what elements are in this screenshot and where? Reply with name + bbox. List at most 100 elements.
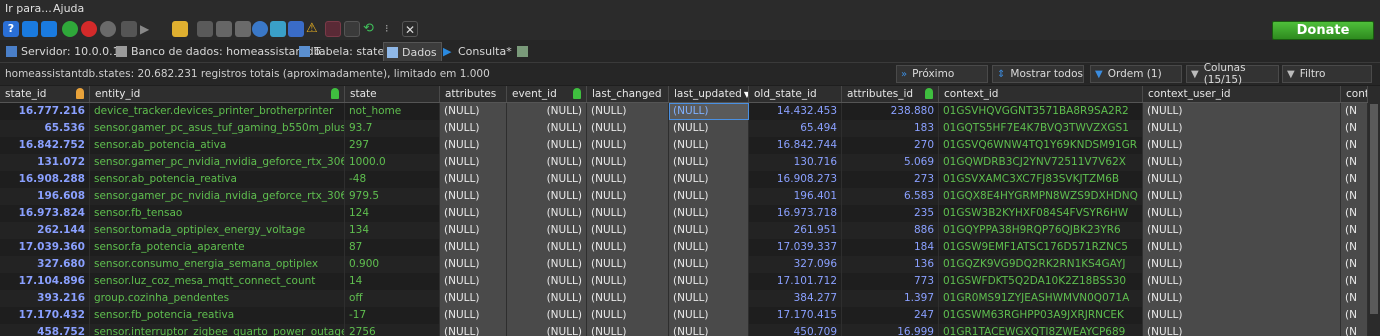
- columns-button[interactable]: ▼ Colunas (15/15): [1186, 62, 1279, 86]
- table-cell-context-user-id[interactable]: (NULL): [1143, 154, 1341, 171]
- table-cell-last-updated[interactable]: (NULL): [669, 188, 749, 205]
- table-cell-state-id[interactable]: 16.908.288: [0, 171, 90, 188]
- save-as-icon[interactable]: [216, 21, 232, 37]
- table-cell-context-user-id[interactable]: (NULL): [1143, 205, 1341, 222]
- column-header-state-id[interactable]: state_id: [0, 86, 90, 102]
- refresh-icon[interactable]: ⟲: [363, 21, 379, 37]
- table-cell-attributes-id[interactable]: 1.397: [842, 290, 939, 307]
- tab-data[interactable]: Dados: [383, 42, 442, 61]
- scrollbar-thumb[interactable]: [1370, 104, 1378, 314]
- table-cell-last-updated[interactable]: (NULL): [669, 273, 749, 290]
- table-cell-state[interactable]: 1000.0: [345, 154, 440, 171]
- print-icon[interactable]: [235, 21, 251, 37]
- table-cell-event-id[interactable]: (NULL): [507, 188, 587, 205]
- table-cell-last-updated[interactable]: (NULL): [669, 171, 749, 188]
- delete-row-icon[interactable]: [81, 21, 97, 37]
- table-row[interactable]: 393.216 group.cozinha_pendentes off (NULL)(…: [0, 290, 1368, 308]
- table-cell-attributes[interactable]: (NULL): [440, 154, 507, 171]
- column-header-last-changed[interactable]: last_changed: [587, 86, 669, 102]
- table-cell-attributes[interactable]: (NULL): [440, 273, 507, 290]
- table-row[interactable]: 131.072 sensor.gamer_pc_nvidia_nvidia_gef…: [0, 154, 1368, 172]
- table-cell-entity-id[interactable]: sensor.gamer_pc_nvidia_nvidia_geforce_rt…: [90, 154, 345, 171]
- table-cell-context-id[interactable]: 01GSVHQVGGNT3571BA8R9SA2R2: [939, 103, 1143, 120]
- table-cell-attributes-id[interactable]: 183: [842, 120, 939, 137]
- table-cell-event-id[interactable]: (NULL): [507, 154, 587, 171]
- table-cell-context-id[interactable]: 01GQX8E4HYGRMPN8WZS9DXHDNQ: [939, 188, 1143, 205]
- table-cell-state[interactable]: not_home: [345, 103, 440, 120]
- table-cell-context-user-id[interactable]: (NULL): [1143, 222, 1341, 239]
- column-header-old-state-id[interactable]: old_state_id: [749, 86, 842, 102]
- donate-button[interactable]: Donate: [1272, 21, 1374, 40]
- stop-icon[interactable]: [325, 21, 341, 37]
- table-cell-event-id[interactable]: (NULL): [507, 307, 587, 324]
- table-cell-event-id[interactable]: (NULL): [507, 324, 587, 336]
- table-row[interactable]: 16.842.752 sensor.ab_potencia_ativa 297 (NU…: [0, 137, 1368, 155]
- table-row[interactable]: 262.144 sensor.tomada_optiplex_energy_vol…: [0, 222, 1368, 240]
- table-cell-attributes[interactable]: (NULL): [440, 188, 507, 205]
- table-cell-last-changed[interactable]: (NULL): [587, 103, 669, 120]
- table-cell-state[interactable]: 14: [345, 273, 440, 290]
- next-button[interactable]: » Próximo: [896, 65, 988, 83]
- table-cell-context-id[interactable]: 01GSVXAMC3XC7FJ83SVKJTZM6B: [939, 171, 1143, 188]
- table-cell-context-id[interactable]: 01GQZK9VG9DQ2RK2RN1KS4GAYJ: [939, 256, 1143, 273]
- table-cell-attributes-id[interactable]: 235: [842, 205, 939, 222]
- quote-icon[interactable]: ⁝: [385, 21, 401, 37]
- table-cell-contex[interactable]: (N: [1341, 290, 1368, 307]
- table-cell-event-id[interactable]: (NULL): [507, 239, 587, 256]
- table-cell-entity-id[interactable]: sensor.fb_potencia_reativa: [90, 307, 345, 324]
- table-cell-old-state-id[interactable]: 14.432.453: [749, 103, 842, 120]
- table-cell-last-updated[interactable]: (NULL): [669, 154, 749, 171]
- table-cell-context-id[interactable]: 01GQWDRB3CJ2YNV72511V7V62X: [939, 154, 1143, 171]
- table-cell-last-updated[interactable]: (NULL): [669, 290, 749, 307]
- table-cell-context-user-id[interactable]: (NULL): [1143, 273, 1341, 290]
- column-header-entity-id[interactable]: entity_id: [90, 86, 345, 102]
- table-cell-state-id[interactable]: 17.170.432: [0, 307, 90, 324]
- table-cell-state[interactable]: -17: [345, 307, 440, 324]
- table-cell-old-state-id[interactable]: 327.096: [749, 256, 842, 273]
- table-cell-event-id[interactable]: (NULL): [507, 222, 587, 239]
- table-cell-last-changed[interactable]: (NULL): [587, 154, 669, 171]
- table-cell-old-state-id[interactable]: 384.277: [749, 290, 842, 307]
- table-cell-state[interactable]: 979.5: [345, 188, 440, 205]
- table-cell-entity-id[interactable]: sensor.ab_potencia_ativa: [90, 137, 345, 154]
- table-cell-context-user-id[interactable]: (NULL): [1143, 324, 1341, 336]
- table-cell-context-user-id[interactable]: (NULL): [1143, 256, 1341, 273]
- table-cell-attributes-id[interactable]: 886: [842, 222, 939, 239]
- column-header-contex[interactable]: contex: [1341, 86, 1368, 102]
- menu-go-to[interactable]: Ir para...: [5, 2, 52, 15]
- table-cell-last-changed[interactable]: (NULL): [587, 307, 669, 324]
- last-record-icon[interactable]: [41, 21, 57, 37]
- table-cell-state-id[interactable]: 131.072: [0, 154, 90, 171]
- table-cell-context-id[interactable]: 01GQYPPA38H9RQP76QJBK23YR6: [939, 222, 1143, 239]
- table-cell-context-user-id[interactable]: (NULL): [1143, 307, 1341, 324]
- table-cell-entity-id[interactable]: sensor.luz_coz_mesa_mqtt_connect_count: [90, 273, 345, 290]
- table-cell-contex[interactable]: (N: [1341, 256, 1368, 273]
- post-icon[interactable]: [100, 21, 116, 37]
- table-cell-old-state-id[interactable]: 17.170.415: [749, 307, 842, 324]
- table-cell-attributes[interactable]: (NULL): [440, 324, 507, 336]
- table-row[interactable]: 65.536 sensor.gamer_pc_asus_tuf_gaming_b5…: [0, 120, 1368, 138]
- table-row[interactable]: 327.680 sensor.consumo_energia_semana_opt…: [0, 256, 1368, 274]
- table-cell-contex[interactable]: (N: [1341, 307, 1368, 324]
- table-cell-last-updated[interactable]: (NULL): [669, 256, 749, 273]
- table-cell-entity-id[interactable]: sensor.fa_potencia_aparente: [90, 239, 345, 256]
- table-cell-entity-id[interactable]: sensor.gamer_pc_asus_tuf_gaming_b550m_pl…: [90, 120, 345, 137]
- table-cell-last-updated[interactable]: (NULL): [669, 205, 749, 222]
- table-cell-attributes[interactable]: (NULL): [440, 222, 507, 239]
- table-cell-attributes-id[interactable]: 184: [842, 239, 939, 256]
- table-cell-entity-id[interactable]: sensor.fb_tensao: [90, 205, 345, 222]
- table-cell-contex[interactable]: (N: [1341, 239, 1368, 256]
- open-folder-icon[interactable]: [172, 21, 188, 37]
- table-cell-last-changed[interactable]: (NULL): [587, 273, 669, 290]
- run-icon[interactable]: ▶: [140, 21, 156, 37]
- table-cell-contex[interactable]: (N: [1341, 103, 1368, 120]
- table-cell-contex[interactable]: (N: [1341, 154, 1368, 171]
- table-cell-attributes-id[interactable]: 238.880: [842, 103, 939, 120]
- table-row[interactable]: 16.973.824 sensor.fb_tensao 124 (NULL) (NULL…: [0, 205, 1368, 223]
- table-cell-state[interactable]: off: [345, 290, 440, 307]
- table-cell-old-state-id[interactable]: 65.494: [749, 120, 842, 137]
- column-header-last-updated[interactable]: last_updated▼: [669, 86, 749, 102]
- table-cell-last-changed[interactable]: (NULL): [587, 290, 669, 307]
- table-cell-attributes[interactable]: (NULL): [440, 171, 507, 188]
- table-cell-last-changed[interactable]: (NULL): [587, 239, 669, 256]
